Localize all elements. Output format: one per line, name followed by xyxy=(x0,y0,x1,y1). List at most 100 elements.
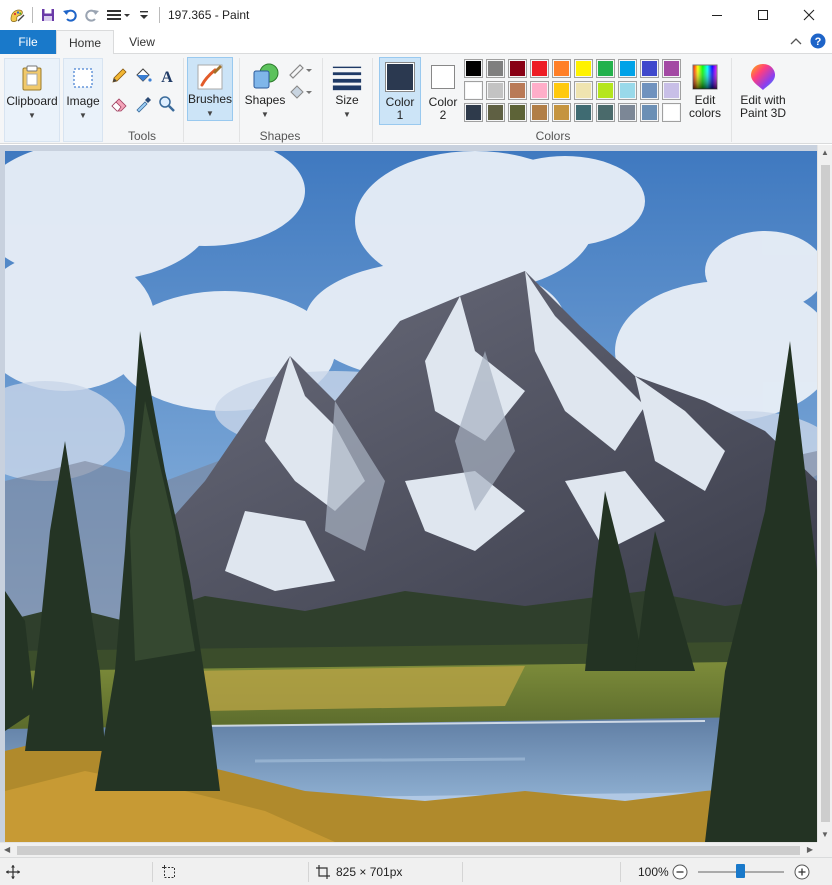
collapse-ribbon-icon[interactable] xyxy=(790,36,802,50)
brush-icon xyxy=(194,60,226,93)
color2-button[interactable]: Color 2 xyxy=(423,57,463,125)
scroll-right-icon[interactable]: ▶ xyxy=(807,845,813,854)
zoom-out-button[interactable] xyxy=(672,858,688,885)
palette-swatch[interactable] xyxy=(596,81,615,100)
palette-swatch[interactable] xyxy=(574,103,593,122)
zoom-slider-thumb[interactable] xyxy=(736,864,745,878)
shapes-button-label: Shapes xyxy=(244,93,286,107)
edit-with-paint3d-button[interactable]: Edit with Paint 3D xyxy=(735,58,791,126)
shapes-button[interactable]: Shapes ▼ xyxy=(244,58,286,126)
palette-swatch-fill xyxy=(510,83,525,98)
palette-swatch-fill xyxy=(466,61,481,76)
palette-swatch[interactable] xyxy=(662,81,681,100)
brushes-label: Brushes xyxy=(187,92,233,106)
palette-swatch[interactable] xyxy=(486,59,505,78)
vertical-scroll-thumb[interactable] xyxy=(821,165,830,822)
palette-swatch[interactable] xyxy=(596,59,615,78)
palette-swatch-fill xyxy=(598,83,613,98)
palette-swatch[interactable] xyxy=(640,59,659,78)
tab-view[interactable]: View xyxy=(114,30,170,54)
palette-swatch[interactable] xyxy=(618,59,637,78)
palette-swatch-fill xyxy=(642,61,657,76)
palette-swatch-fill xyxy=(510,105,525,120)
palette-swatch[interactable] xyxy=(574,81,593,100)
palette-swatch[interactable] xyxy=(552,103,571,122)
palette-swatch-fill xyxy=(620,61,635,76)
palette-swatch[interactable] xyxy=(486,81,505,100)
horizontal-scroll-thumb[interactable] xyxy=(17,846,800,855)
close-button[interactable] xyxy=(786,0,832,30)
save-icon[interactable] xyxy=(37,4,59,26)
zoom-level: 100% xyxy=(638,865,669,879)
clipboard-button[interactable]: Clipboard ▼ xyxy=(4,58,60,142)
palette-swatch-fill xyxy=(488,83,503,98)
status-separator xyxy=(620,862,621,882)
palette-swatch-fill xyxy=(554,61,569,76)
redo-icon[interactable] xyxy=(81,4,103,26)
palette-swatch[interactable] xyxy=(596,103,615,122)
outline-icon[interactable] xyxy=(288,60,314,80)
image-button[interactable]: Image ▼ xyxy=(63,58,103,142)
chevron-down-icon: ▼ xyxy=(261,110,269,119)
chevron-down-icon: ▼ xyxy=(343,110,351,119)
scroll-up-icon[interactable]: ▲ xyxy=(821,148,829,157)
palette-swatch[interactable] xyxy=(552,81,571,100)
group-separator xyxy=(322,58,323,142)
palette-swatch[interactable] xyxy=(464,81,483,100)
customize-menu-icon[interactable] xyxy=(103,4,133,26)
edit-colors-button[interactable]: Edit colors xyxy=(685,58,725,126)
scroll-down-icon[interactable]: ▼ xyxy=(821,830,829,839)
palette-swatch[interactable] xyxy=(486,103,505,122)
palette-swatch-fill xyxy=(620,83,635,98)
palette-swatch[interactable] xyxy=(662,59,681,78)
palette-swatch[interactable] xyxy=(640,81,659,100)
status-separator xyxy=(152,862,153,882)
palette-swatch[interactable] xyxy=(530,59,549,78)
palette-swatch[interactable] xyxy=(530,81,549,100)
color1-button[interactable]: Color 1 xyxy=(379,57,421,125)
palette-swatch[interactable] xyxy=(574,59,593,78)
window-controls xyxy=(694,0,832,30)
maximize-button[interactable] xyxy=(740,0,786,30)
palette-swatch[interactable] xyxy=(508,103,527,122)
vertical-scrollbar[interactable]: ▲ ▼ xyxy=(817,145,832,842)
fill-bucket-icon[interactable] xyxy=(133,66,153,86)
fill-icon[interactable] xyxy=(288,82,314,102)
landscape-painting xyxy=(5,151,817,842)
palette-swatch[interactable] xyxy=(508,59,527,78)
magnifier-icon[interactable] xyxy=(157,94,177,114)
brushes-button[interactable]: Brushes ▼ xyxy=(187,57,233,121)
tab-file[interactable]: File xyxy=(0,30,56,54)
undo-icon[interactable] xyxy=(59,4,81,26)
text-tool-icon[interactable]: A xyxy=(157,66,177,86)
color-picker-icon[interactable] xyxy=(133,94,153,114)
size-button[interactable]: Size ▼ xyxy=(328,58,366,126)
help-icon[interactable]: ? xyxy=(810,33,826,52)
image-size-display: 825 × 701px xyxy=(316,858,402,885)
eraser-icon[interactable] xyxy=(109,94,129,114)
minimize-button[interactable] xyxy=(694,0,740,30)
horizontal-scrollbar[interactable]: ◀ ▶ xyxy=(0,842,817,857)
palette-swatch[interactable] xyxy=(662,103,681,122)
palette-swatch[interactable] xyxy=(530,103,549,122)
palette-swatch[interactable] xyxy=(464,103,483,122)
drawing-canvas[interactable] xyxy=(5,151,817,842)
palette-swatch[interactable] xyxy=(464,59,483,78)
palette-swatch[interactable] xyxy=(618,103,637,122)
qat-dropdown-icon[interactable] xyxy=(133,4,155,26)
pencil-icon[interactable] xyxy=(109,66,129,86)
palette-swatch-fill xyxy=(642,83,657,98)
tools-group-label: Tools xyxy=(127,129,156,143)
palette-swatch[interactable] xyxy=(552,59,571,78)
palette-swatch[interactable] xyxy=(618,81,637,100)
palette-swatch[interactable] xyxy=(640,103,659,122)
qat-separator xyxy=(32,7,33,23)
tab-home[interactable]: Home xyxy=(56,30,114,55)
clipboard-label: Clipboard xyxy=(6,94,58,108)
zoom-slider[interactable] xyxy=(698,858,786,885)
palette-swatch[interactable] xyxy=(508,81,527,100)
scroll-left-icon[interactable]: ◀ xyxy=(4,845,10,854)
paint-app-icon[interactable] xyxy=(6,4,28,26)
qat-separator xyxy=(159,7,160,23)
zoom-in-button[interactable] xyxy=(794,858,810,885)
